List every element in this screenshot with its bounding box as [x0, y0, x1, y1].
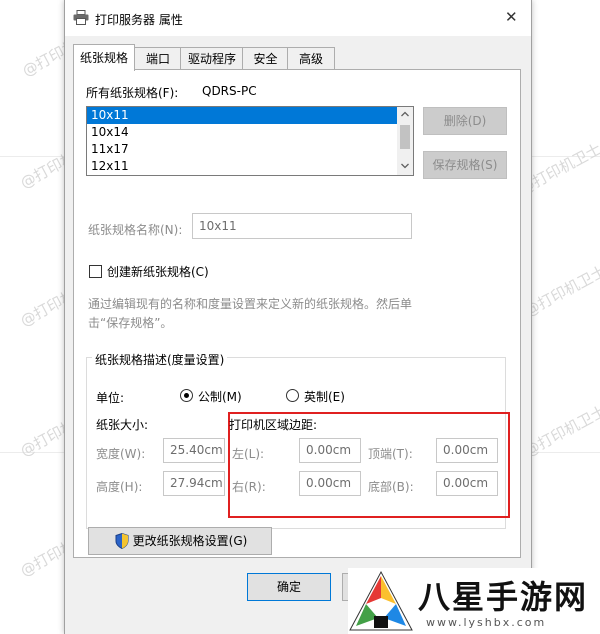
site-url: www.lyshbx.com — [426, 616, 547, 629]
metric-radio[interactable] — [180, 389, 193, 402]
form-name-field[interactable]: 10x11 — [192, 213, 412, 239]
save-form-button[interactable]: 保存规格(S) — [423, 151, 507, 179]
list-item[interactable]: 10x11 — [87, 107, 399, 124]
form-name-label: 纸张规格名称(N): — [88, 223, 183, 237]
english-label[interactable]: 英制(E) — [304, 388, 345, 405]
ok-button[interactable]: 确定 — [247, 573, 331, 601]
height-label: 高度(H): — [96, 480, 143, 494]
metric-label[interactable]: 公制(M) — [198, 388, 242, 405]
list-item[interactable]: 12x11 — [87, 158, 129, 175]
server-name: QDRS-PC — [202, 84, 257, 98]
list-item[interactable]: 10x14 — [87, 124, 129, 141]
tab-ports[interactable]: 端口 — [134, 47, 182, 70]
shield-icon — [115, 533, 129, 549]
forms-listbox[interactable]: 10x11 10x14 11x17 12x11 — [86, 106, 414, 176]
create-new-checkbox[interactable] — [89, 265, 102, 278]
watermark: @打印机卫士 — [521, 261, 600, 321]
description-text: 通过编辑现有的名称和度量设置来定义新的纸张规格。然后单 击“保存规格”。 — [88, 297, 413, 330]
site-name: 八星手游网 — [418, 578, 589, 616]
left-margin-field[interactable]: 0.00cm — [299, 438, 361, 463]
english-radio[interactable] — [286, 389, 299, 402]
site-logo-badge: 八星手游网 www.lyshbx.com — [348, 568, 600, 634]
right-margin-label: 右(R): — [232, 480, 266, 494]
left-margin-label: 左(L): — [232, 447, 265, 461]
margins-title: 打印机区域边距: — [229, 418, 318, 432]
top-margin-field[interactable]: 0.00cm — [436, 438, 498, 463]
bottom-margin-field[interactable]: 0.00cm — [436, 471, 498, 496]
list-item[interactable]: 11x17 — [87, 141, 129, 158]
measurement-group-title: 纸张规格描述(度量设置) — [92, 351, 228, 368]
close-icon[interactable]: ✕ — [505, 8, 518, 26]
unit-label: 单位: — [96, 391, 125, 405]
height-field[interactable]: 27.94cm — [163, 471, 225, 496]
width-field[interactable]: 25.40cm — [163, 438, 225, 463]
create-new-label[interactable]: 创建新纸张规格(C) — [107, 263, 209, 280]
tab-advanced[interactable]: 高级 — [287, 47, 335, 70]
scrollbar[interactable] — [397, 107, 413, 175]
tab-drivers[interactable]: 驱动程序 — [180, 47, 244, 70]
right-margin-field[interactable]: 0.00cm — [299, 471, 361, 496]
paper-forms-panel: 所有纸张规格(F): QDRS-PC 10x11 10x14 11x17 12x… — [73, 69, 521, 558]
delete-button[interactable]: 删除(D) — [423, 107, 507, 135]
all-forms-label: 所有纸张规格(F): — [86, 86, 179, 100]
tab-paper-forms[interactable]: 纸张规格 — [73, 44, 135, 71]
printer-icon — [73, 10, 89, 25]
print-server-properties-dialog: 打印服务器 属性 ✕ 纸张规格 端口 驱动程序 安全 高级 所有纸张规格(F):… — [64, 0, 532, 634]
scrollbar-thumb[interactable] — [400, 125, 410, 149]
change-form-settings-button[interactable]: 更改纸张规格设置(G) — [88, 527, 272, 555]
width-label: 宽度(W): — [96, 447, 146, 461]
top-margin-label: 顶端(T): — [368, 447, 413, 461]
chevron-up-icon[interactable] — [401, 111, 409, 117]
logo-icon — [349, 570, 413, 631]
bottom-margin-label: 底部(B): — [368, 480, 414, 494]
tab-security[interactable]: 安全 — [242, 47, 289, 70]
title-bar: 打印服务器 属性 ✕ — [65, 0, 531, 36]
paper-size-title: 纸张大小: — [96, 418, 149, 432]
window-title: 打印服务器 属性 — [95, 13, 183, 27]
chevron-down-icon[interactable] — [401, 163, 409, 169]
